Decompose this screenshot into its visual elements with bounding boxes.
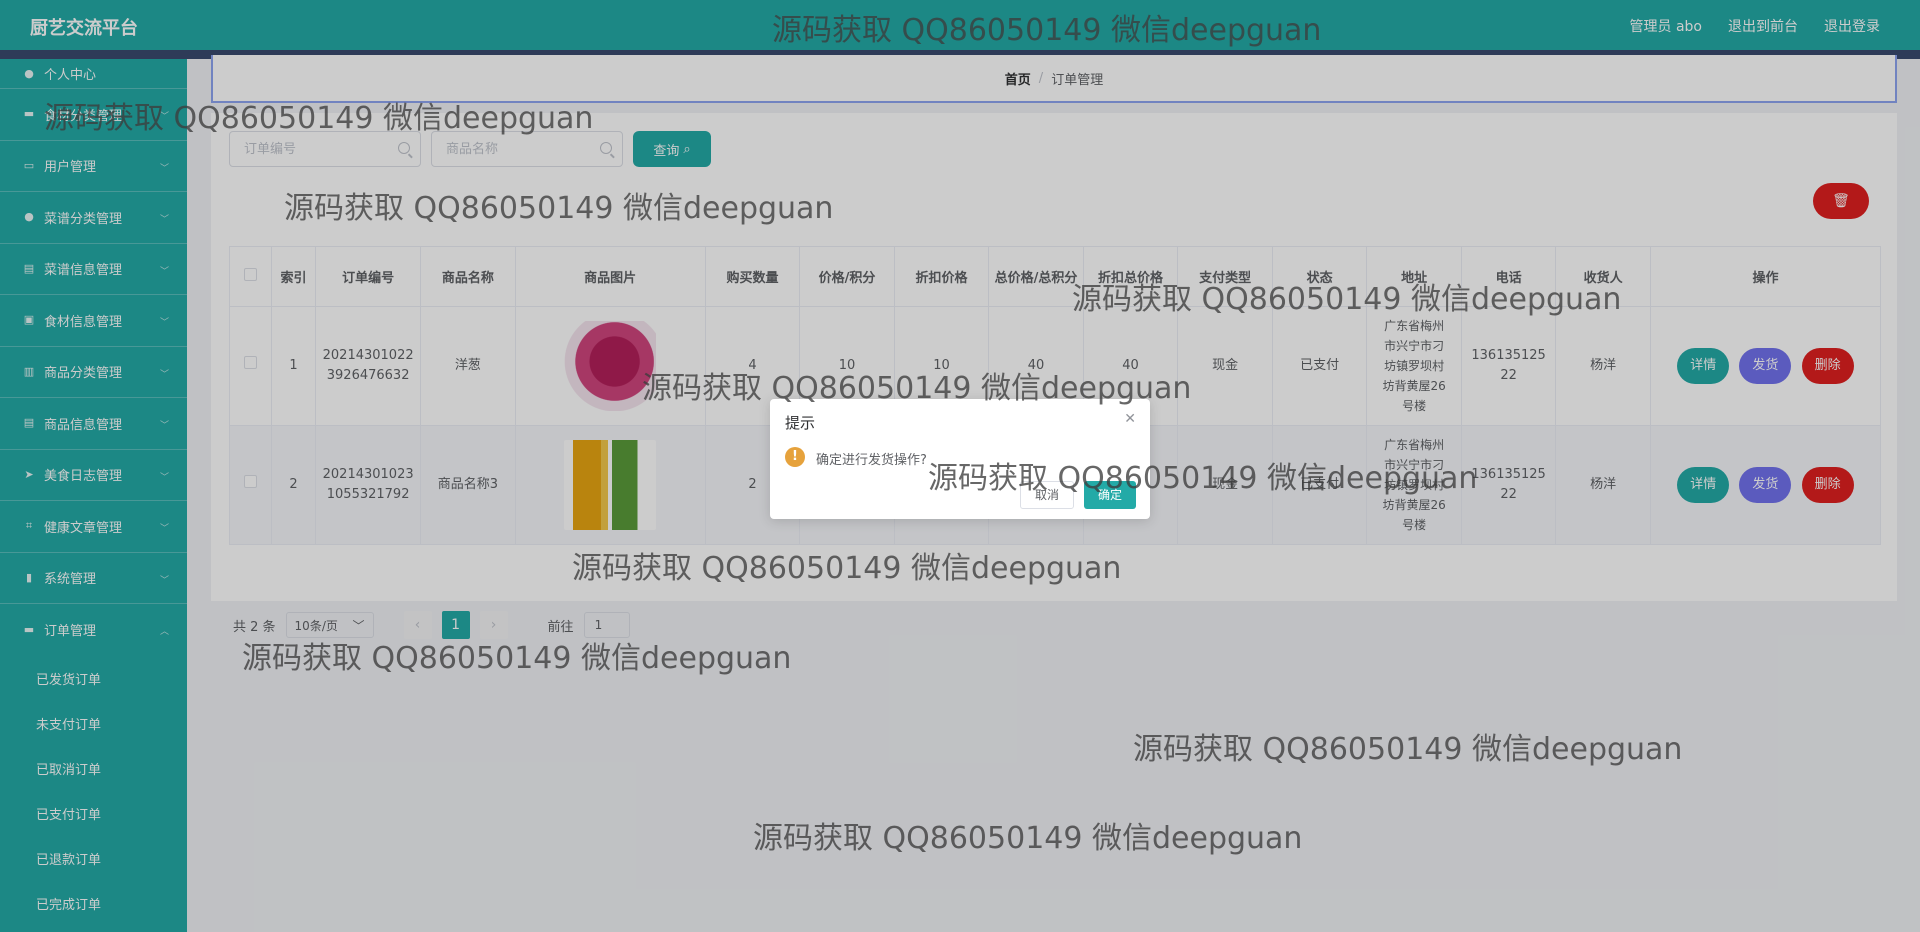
confirm-button[interactable]: 确定: [1083, 481, 1136, 509]
confirm-dialog: 提示 ✕ ! 确定进行发货操作? 取消 确定: [770, 399, 1150, 519]
warning-icon: !: [785, 447, 805, 467]
close-icon[interactable]: ✕: [1124, 411, 1136, 427]
dialog-buttons: 取消 确定: [1019, 481, 1136, 509]
dialog-message: 确定进行发货操作?: [816, 453, 927, 468]
cancel-button[interactable]: 取消: [1019, 481, 1074, 509]
dialog-title: 提示: [785, 414, 816, 432]
